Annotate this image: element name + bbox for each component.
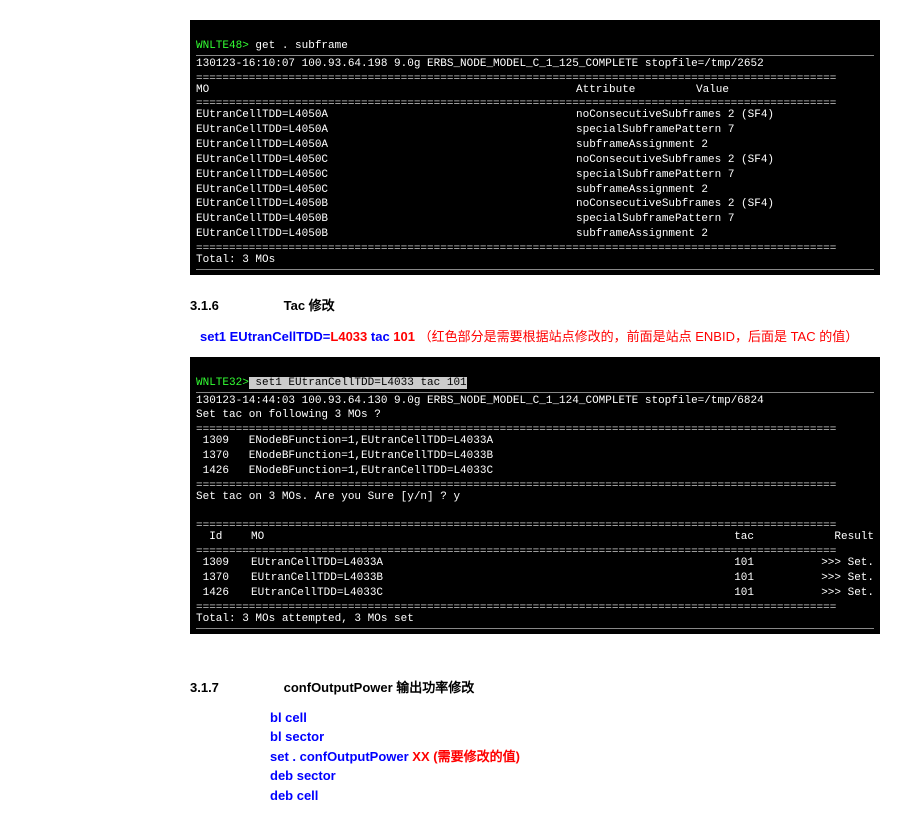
divider xyxy=(196,269,874,270)
cell-tac: 101 xyxy=(594,586,784,601)
table-row: EUtranCellTDD=L4050AnoConsecutiveSubfram… xyxy=(196,108,874,123)
cell-id: 1370 xyxy=(196,571,251,586)
cmd-line: bl sector xyxy=(270,727,880,747)
table-row: 1426EUtranCellTDD=L4033C101>>> Set. xyxy=(196,586,874,601)
cell-attr: subframeAssignment 2 xyxy=(576,227,708,242)
typed-cmd: set1 EUtranCellTDD=L4033 tac 101 xyxy=(249,377,467,389)
double-rule: ========================================… xyxy=(196,72,874,83)
double-rule: ========================================… xyxy=(196,242,874,253)
cell-attr: specialSubframePattern 7 xyxy=(576,123,734,138)
cell-attr: specialSubframePattern 7 xyxy=(576,168,734,183)
following-line: Set tac on following 3 MOs ? xyxy=(196,409,381,421)
cell-attr: noConsecutiveSubframes 2 (SF4) xyxy=(576,197,774,212)
cell-attr: noConsecutiveSubframes 2 (SF4) xyxy=(576,153,774,168)
double-rule: ========================================… xyxy=(196,423,874,434)
command-explanation: set1 EUtranCellTDD=L4033 tac 101 （红色部分是需… xyxy=(200,326,880,345)
cell-attr: subframeAssignment 2 xyxy=(576,183,708,198)
cell-result: >>> Set. xyxy=(784,571,874,586)
section-heading-316: 3.1.6 Tac 修改 xyxy=(190,295,880,314)
double-rule: ========================================… xyxy=(196,97,874,108)
cmd-line: deb sector xyxy=(270,766,880,786)
status-line: 130123-16:10:07 100.93.64.198 9.0g ERBS_… xyxy=(196,58,764,70)
cell-mo: EUtranCellTDD=L4050B xyxy=(196,197,576,212)
table-row: 1370EUtranCellTDD=L4033B101>>> Set. xyxy=(196,571,874,586)
col-id: Id xyxy=(196,530,251,545)
double-rule: ========================================… xyxy=(196,545,874,556)
cell-tac: 101 xyxy=(594,556,784,571)
cmd-red: L4033 xyxy=(330,329,367,344)
cell-mo: EUtranCellTDD=L4050C xyxy=(196,183,576,198)
header-row: MOAttributeValue xyxy=(196,83,874,98)
cell-id: 1309 xyxy=(196,556,251,571)
cmd-part: tac xyxy=(367,329,393,344)
terminal-output-1: WNLTE48> get . subframe 130123-16:10:07 … xyxy=(190,20,880,275)
cell-mo: EUtranCellTDD=L4033A xyxy=(251,556,594,571)
cmd-note: （红色部分是需要根据站点修改的，前面是站点 ENBID，后面是 TAC 的值） xyxy=(415,329,858,344)
cell-result: >>> Set. xyxy=(784,556,874,571)
double-rule: ========================================… xyxy=(196,601,874,612)
cell-id: 1426 xyxy=(196,586,251,601)
divider xyxy=(196,392,874,393)
cell-mo: EUtranCellTDD=L4050A xyxy=(196,123,576,138)
cell-attr: noConsecutiveSubframes 2 (SF4) xyxy=(576,108,774,123)
col-attr: Attribute xyxy=(576,83,696,98)
divider xyxy=(196,628,874,629)
table-row: EUtranCellTDD=L4050BsubframeAssignment 2 xyxy=(196,227,874,242)
table-row: EUtranCellTDD=L4050BnoConsecutiveSubfram… xyxy=(196,197,874,212)
cmd-part: set1 EUtranCellTDD= xyxy=(200,329,330,344)
cell-mo: EUtranCellTDD=L4033C xyxy=(251,586,594,601)
cell-tac: 101 xyxy=(594,571,784,586)
terminal-output-2: WNLTE32> set1 EUtranCellTDD=L4033 tac 10… xyxy=(190,357,880,634)
cell-mo: EUtranCellTDD=L4050A xyxy=(196,108,576,123)
col-mo: MO xyxy=(196,83,576,98)
table-row: EUtranCellTDD=L4050AsubframeAssignment 2 xyxy=(196,138,874,153)
cell-mo: EUtranCellTDD=L4050A xyxy=(196,138,576,153)
section-title: confOutputPower 输出功率修改 xyxy=(284,680,475,695)
section-heading-317: 3.1.7 confOutputPower 输出功率修改 xyxy=(190,677,880,696)
list-item: 1370 ENodeBFunction=1,EUtranCellTDD=L403… xyxy=(196,449,874,464)
section-title: Tac 修改 xyxy=(284,298,335,313)
cmd: get . subframe xyxy=(249,40,348,52)
cell-result: >>> Set. xyxy=(784,586,874,601)
cell-mo: EUtranCellTDD=L4033B xyxy=(251,571,594,586)
header-row: IdMOtacResult xyxy=(196,530,874,545)
total-line: Total: 3 MOs xyxy=(196,254,275,266)
cell-mo: EUtranCellTDD=L4050C xyxy=(196,153,576,168)
col-result: Result xyxy=(784,530,874,545)
double-rule: ========================================… xyxy=(196,519,874,530)
cmd-line: set . confOutputPower XX (需要修改的值) xyxy=(270,747,880,767)
prompt: WNLTE48> xyxy=(196,40,249,52)
prompt: WNLTE32> xyxy=(196,377,249,389)
table-row: 1309EUtranCellTDD=L4033A101>>> Set. xyxy=(196,556,874,571)
section-number: 3.1.7 xyxy=(190,680,280,695)
cell-attr: specialSubframePattern 7 xyxy=(576,212,734,227)
cell-attr: subframeAssignment 2 xyxy=(576,138,708,153)
col-val: Value xyxy=(696,83,729,98)
table-row: EUtranCellTDD=L4050BspecialSubframePatte… xyxy=(196,212,874,227)
table-row: EUtranCellTDD=L4050CspecialSubframePatte… xyxy=(196,168,874,183)
divider xyxy=(196,55,874,56)
section-number: 3.1.6 xyxy=(190,298,280,313)
table-row: EUtranCellTDD=L4050CsubframeAssignment 2 xyxy=(196,183,874,198)
command-list: bl cell bl sector set . confOutputPower … xyxy=(270,708,880,806)
table-row: EUtranCellTDD=L4050AspecialSubframePatte… xyxy=(196,123,874,138)
cmd-line: deb cell xyxy=(270,786,880,806)
cmd-red: 101 xyxy=(393,329,415,344)
cell-mo: EUtranCellTDD=L4050C xyxy=(196,168,576,183)
total-line: Total: 3 MOs attempted, 3 MOs set xyxy=(196,613,414,625)
double-rule: ========================================… xyxy=(196,479,874,490)
cell-mo: EUtranCellTDD=L4050B xyxy=(196,227,576,242)
confirm-line: Set tac on 3 MOs. Are you Sure [y/n] ? y xyxy=(196,491,460,503)
col-tac: tac xyxy=(594,530,784,545)
status-line: 130123-14:44:03 100.93.64.130 9.0g ERBS_… xyxy=(196,395,764,407)
list-item: 1309 ENodeBFunction=1,EUtranCellTDD=L403… xyxy=(196,434,874,449)
table-row: EUtranCellTDD=L4050CnoConsecutiveSubfram… xyxy=(196,153,874,168)
col-mo: MO xyxy=(251,530,594,545)
cell-mo: EUtranCellTDD=L4050B xyxy=(196,212,576,227)
list-item: 1426 ENodeBFunction=1,EUtranCellTDD=L403… xyxy=(196,464,874,479)
